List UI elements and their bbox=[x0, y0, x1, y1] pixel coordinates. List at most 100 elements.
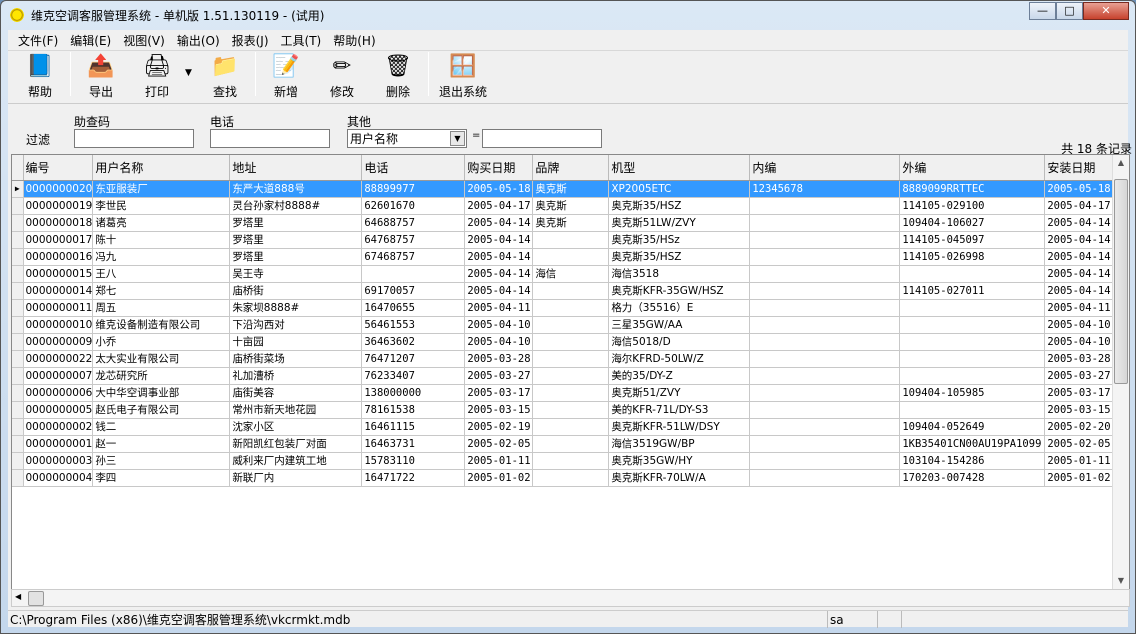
cell[interactable] bbox=[899, 265, 1046, 283]
cell[interactable] bbox=[532, 452, 610, 470]
row-header[interactable] bbox=[12, 435, 24, 453]
cell[interactable]: 56461553 bbox=[361, 316, 466, 334]
current-row-indicator-icon[interactable]: ▶ bbox=[12, 180, 24, 198]
column-header[interactable]: 机型 bbox=[608, 155, 751, 181]
cell[interactable] bbox=[749, 316, 901, 334]
row-header[interactable] bbox=[12, 231, 24, 249]
cell[interactable]: 2005-03-28 bbox=[1044, 350, 1114, 368]
cell[interactable] bbox=[749, 231, 901, 249]
cell[interactable]: 0000000003 bbox=[23, 452, 94, 470]
cell[interactable]: 奥克斯KFR-70LW/A bbox=[608, 469, 751, 487]
cell[interactable]: 陈十 bbox=[92, 231, 231, 249]
cell[interactable]: 109404-106027 bbox=[899, 214, 1046, 232]
cell[interactable]: 奥克斯 bbox=[532, 214, 610, 232]
helpcode-input[interactable] bbox=[74, 129, 194, 148]
cell[interactable]: 东严大道888号 bbox=[229, 180, 363, 198]
cell[interactable]: 海尔KFRD-50LW/Z bbox=[608, 350, 751, 368]
cell[interactable]: 109404-052649 bbox=[899, 418, 1046, 436]
cell[interactable]: 王八 bbox=[92, 265, 231, 283]
size-grip[interactable] bbox=[902, 611, 1128, 628]
table-row[interactable]: 0000000018 诸葛亮 罗塔里 64688757 2005-04-14 奥克斯 奥克斯… bbox=[12, 214, 1118, 232]
cell[interactable]: 114105-027011 bbox=[899, 282, 1046, 300]
menu-item-2[interactable]: 视图(V) bbox=[117, 32, 171, 49]
cell[interactable] bbox=[749, 350, 901, 368]
cell[interactable]: 东亚服装厂 bbox=[92, 180, 231, 198]
cell[interactable]: 0000000019 bbox=[23, 197, 94, 215]
cell[interactable]: 2005-03-17 bbox=[464, 384, 534, 402]
cell[interactable]: 太大实业有限公司 bbox=[92, 350, 231, 368]
cell[interactable]: 2005-04-17 bbox=[1044, 197, 1114, 215]
cell[interactable]: 0000000002 bbox=[23, 418, 94, 436]
cell[interactable]: 67468757 bbox=[361, 248, 466, 266]
toolbar-button-7[interactable]: 🪟 退出系统 bbox=[431, 50, 495, 100]
cell[interactable]: 常州市新天地花园 bbox=[229, 401, 363, 419]
cell[interactable] bbox=[749, 265, 901, 283]
cell[interactable]: 0000000018 bbox=[23, 214, 94, 232]
horizontal-scrollbar[interactable]: ◀ bbox=[11, 589, 1130, 607]
row-header[interactable] bbox=[12, 452, 24, 470]
cell[interactable]: 2005-01-02 bbox=[1044, 469, 1114, 487]
cell[interactable]: 诸葛亮 bbox=[92, 214, 231, 232]
cell[interactable]: 奥克斯51/ZVY bbox=[608, 384, 751, 402]
cell[interactable]: 奥克斯35/HSZ bbox=[608, 197, 751, 215]
cell[interactable]: 赵氏电子有限公司 bbox=[92, 401, 231, 419]
cell[interactable]: 奥克斯KFR-51LW/DSY bbox=[608, 418, 751, 436]
column-header[interactable]: 品牌 bbox=[532, 155, 610, 181]
other-value-input[interactable] bbox=[482, 129, 602, 148]
cell[interactable]: 69170057 bbox=[361, 282, 466, 300]
cell[interactable]: 庙桥街 bbox=[229, 282, 363, 300]
cell[interactable]: 2005-05-18 bbox=[464, 180, 534, 198]
cell[interactable] bbox=[749, 367, 901, 385]
cell[interactable]: 8889099RRTTEC bbox=[899, 180, 1046, 198]
cell[interactable]: 62601670 bbox=[361, 197, 466, 215]
cell[interactable]: 0000000015 bbox=[23, 265, 94, 283]
cell[interactable]: 0000000007 bbox=[23, 367, 94, 385]
row-header[interactable] bbox=[12, 418, 24, 436]
cell[interactable]: 0000000017 bbox=[23, 231, 94, 249]
cell[interactable] bbox=[899, 299, 1046, 317]
close-button[interactable]: ✕ bbox=[1083, 2, 1129, 20]
other-field-select[interactable]: 用户名称 ▼ bbox=[347, 129, 467, 148]
column-header[interactable]: 用户名称 bbox=[92, 155, 231, 181]
cell[interactable]: 0000000011 bbox=[23, 299, 94, 317]
cell[interactable]: 114105-029100 bbox=[899, 197, 1046, 215]
cell[interactable] bbox=[899, 401, 1046, 419]
cell[interactable] bbox=[899, 350, 1046, 368]
minimize-button[interactable]: — bbox=[1029, 2, 1056, 20]
row-header[interactable] bbox=[12, 282, 24, 300]
cell[interactable]: 114105-045097 bbox=[899, 231, 1046, 249]
cell[interactable]: 12345678 bbox=[749, 180, 901, 198]
cell[interactable]: 李世民 bbox=[92, 197, 231, 215]
cell[interactable]: 奥克斯 bbox=[532, 180, 610, 198]
cell[interactable]: 1KB35401CN00AU19PA1099 bbox=[899, 435, 1046, 453]
cell[interactable] bbox=[532, 384, 610, 402]
table-row[interactable]: 0000000006 大中华空调事业部 庙街美容 138000000 2005-03-1… bbox=[12, 384, 1118, 402]
cell[interactable]: 114105-026998 bbox=[899, 248, 1046, 266]
cell[interactable]: 沈家小区 bbox=[229, 418, 363, 436]
cell[interactable]: 36463602 bbox=[361, 333, 466, 351]
cell[interactable]: 冯九 bbox=[92, 248, 231, 266]
menu-item-1[interactable]: 编辑(E) bbox=[64, 32, 117, 49]
column-header[interactable]: 购买日期 bbox=[464, 155, 534, 181]
cell[interactable]: 2005-04-14 bbox=[1044, 282, 1114, 300]
cell[interactable]: 2005-01-11 bbox=[1044, 452, 1114, 470]
cell[interactable]: 2005-04-14 bbox=[1044, 265, 1114, 283]
row-header[interactable] bbox=[12, 384, 24, 402]
cell[interactable]: 郑七 bbox=[92, 282, 231, 300]
cell[interactable] bbox=[749, 197, 901, 215]
cell[interactable]: 大中华空调事业部 bbox=[92, 384, 231, 402]
cell[interactable] bbox=[749, 418, 901, 436]
cell[interactable]: 2005-03-27 bbox=[464, 367, 534, 385]
cell[interactable] bbox=[532, 418, 610, 436]
scroll-down-icon[interactable]: ▼ bbox=[1113, 573, 1129, 589]
toolbar-button-4[interactable]: 📝 新增 bbox=[258, 50, 314, 100]
cell[interactable]: 0000000014 bbox=[23, 282, 94, 300]
cell[interactable]: 0000000006 bbox=[23, 384, 94, 402]
cell[interactable]: 16470655 bbox=[361, 299, 466, 317]
table-row[interactable]: 0000000019 李世民 灵台孙家村8888# 62601670 2005-04-1… bbox=[12, 197, 1118, 215]
cell[interactable]: 礼加漕桥 bbox=[229, 367, 363, 385]
toolbar-button-5[interactable]: ✏ 修改 bbox=[314, 50, 370, 100]
cell[interactable] bbox=[532, 367, 610, 385]
cell[interactable]: 孙三 bbox=[92, 452, 231, 470]
cell[interactable] bbox=[749, 333, 901, 351]
